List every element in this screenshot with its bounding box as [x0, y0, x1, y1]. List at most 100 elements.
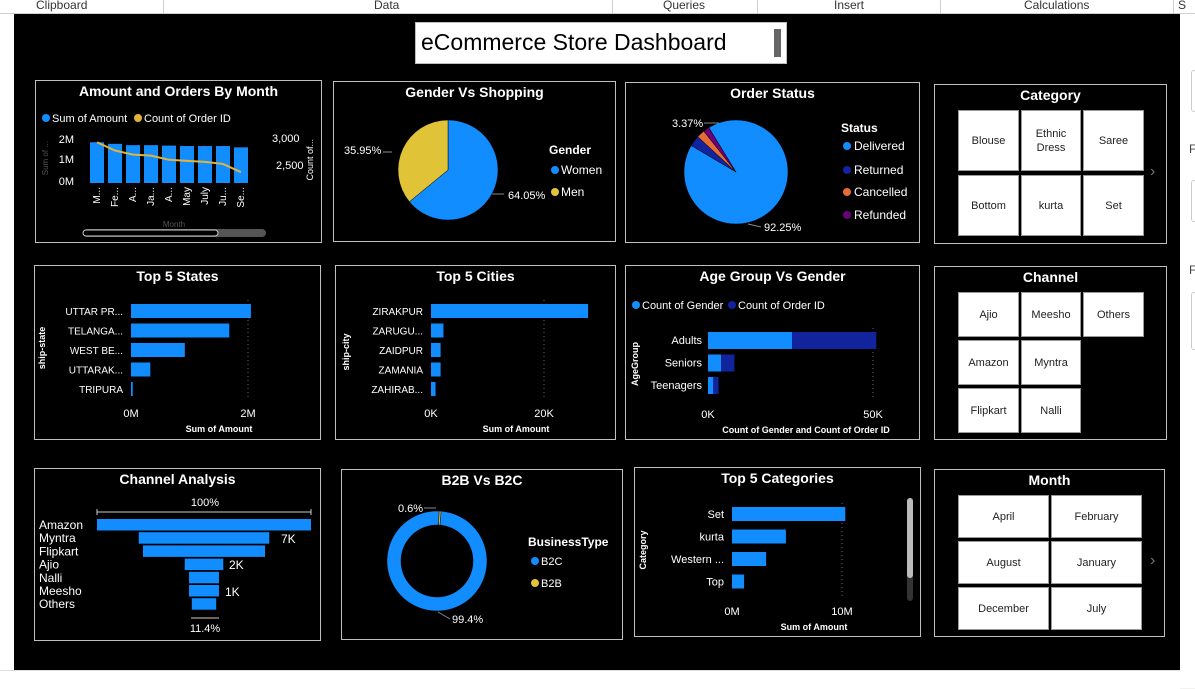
category-option-saree[interactable]: Saree — [1083, 110, 1144, 171]
slice-b2c[interactable] — [386, 510, 488, 612]
bar[interactable] — [131, 382, 133, 396]
right-panel-box[interactable] — [1191, 180, 1195, 222]
month-option-april[interactable]: April — [958, 495, 1049, 538]
bar[interactable] — [131, 343, 185, 357]
bar[interactable] — [131, 323, 230, 338]
bar-segment[interactable] — [721, 354, 735, 372]
right-panel-box[interactable] — [1191, 70, 1195, 112]
right-panel-label: F — [1189, 263, 1195, 277]
leader-line — [747, 223, 762, 228]
category-option-ethnic-dress[interactable]: Ethnic Dress — [1021, 110, 1081, 171]
bar[interactable] — [732, 529, 786, 544]
category-label: Teenagers — [651, 380, 703, 392]
bar[interactable] — [90, 142, 104, 183]
bar-segment[interactable] — [792, 332, 877, 349]
bar[interactable] — [431, 323, 444, 338]
channel-option-ajio[interactable]: Ajio — [958, 292, 1019, 337]
funnel-bar[interactable] — [189, 585, 219, 597]
channel-option-myntra[interactable]: Myntra — [1021, 340, 1081, 385]
chevron-right-icon[interactable]: › — [1150, 163, 1155, 181]
category-option-blouse[interactable]: Blouse — [958, 110, 1019, 171]
bar-segment[interactable] — [708, 377, 714, 394]
funnel-bar[interactable] — [189, 571, 219, 584]
legend-label: Returned — [854, 163, 903, 177]
bar[interactable] — [732, 574, 745, 589]
dashboard-title-box[interactable]: eCommerce Store Dashboard — [415, 22, 787, 64]
funnel-bar[interactable] — [143, 545, 265, 557]
pie-label: 3.37% — [672, 118, 703, 130]
funnel-bar[interactable] — [184, 558, 224, 571]
category-option-set[interactable]: Set — [1083, 175, 1144, 236]
bar[interactable] — [431, 382, 436, 396]
chevron-right-icon[interactable]: › — [1150, 552, 1155, 570]
y-tick: 0M — [59, 176, 74, 188]
ribbon-group-insert[interactable]: Insert — [834, 0, 864, 12]
bar[interactable] — [131, 304, 251, 318]
ribbon-group-calculations[interactable]: Calculations — [1024, 0, 1089, 12]
month-option-august[interactable]: August — [958, 541, 1049, 584]
x-axis-label: Sum of Amount — [781, 622, 848, 632]
y-right-axis-label: Count of... — [305, 139, 315, 181]
bar[interactable] — [732, 552, 767, 566]
funnel-bar[interactable] — [97, 519, 311, 531]
funnel-label: Others — [39, 597, 75, 611]
top-cities-panel[interactable]: Top 5 Cities ship-city ZIRAKPUR ZARUGU...… — [335, 265, 616, 440]
top-states-panel[interactable]: Top 5 States ship-state UTTAR PR... TELAN… — [34, 265, 321, 440]
age-gender-panel[interactable]: Age Group Vs Gender Count of Gender Coun… — [625, 265, 920, 440]
bar[interactable] — [431, 304, 589, 318]
y-axis-label: ship-state — [37, 327, 47, 370]
gender-shopping-panel[interactable]: Gender Vs Shopping 35.95% 64.05% Gender … — [333, 81, 616, 242]
x-tick: July — [200, 187, 211, 205]
funnel-top-label: 100% — [191, 497, 219, 509]
bar-segment[interactable] — [708, 354, 722, 372]
legend-marker — [551, 166, 559, 174]
funnel-value-label: 7K — [281, 532, 296, 546]
category-option-kurta[interactable]: kurta — [1021, 175, 1081, 236]
amount-orders-panel[interactable]: Amount and Orders By Month Sum of Amount… — [35, 80, 322, 243]
bar[interactable] — [198, 146, 212, 183]
bar[interactable] — [162, 145, 176, 183]
ribbon-group-clipboard[interactable]: Clipboard — [36, 0, 87, 12]
bar[interactable] — [131, 362, 151, 377]
month-option-december[interactable]: December — [958, 587, 1049, 630]
channel-analysis-panel[interactable]: Channel Analysis 100% Amazon Myntra Flipka… — [34, 468, 321, 641]
channel-option-others[interactable]: Others — [1083, 292, 1144, 337]
order-status-panel[interactable]: Order Status 3.37% 92.25% Status Deliver… — [625, 82, 920, 243]
bar[interactable] — [126, 145, 140, 183]
ribbon-group-data[interactable]: Data — [374, 0, 399, 12]
bar-segment[interactable] — [713, 377, 719, 394]
age-gender-chart: Count of Gender Count of Order ID AgeGro… — [630, 300, 890, 435]
scrollbar-thumb[interactable] — [82, 229, 219, 237]
right-panel-box[interactable] — [1191, 292, 1195, 350]
top-categories-panel[interactable]: Top 5 Categories Category Set kurta Wester… — [634, 467, 921, 637]
x-axis-label: Sum of Amount — [483, 424, 550, 434]
month-option-january[interactable]: January — [1051, 541, 1142, 584]
channel-option-amazon[interactable]: Amazon — [958, 340, 1019, 385]
bar[interactable] — [144, 145, 158, 183]
ribbon-group-s[interactable]: S — [1178, 0, 1186, 12]
legend-marker — [843, 211, 851, 219]
channel-option-nalli[interactable]: Nalli — [1021, 388, 1081, 433]
category-option-bottom[interactable]: Bottom — [958, 175, 1019, 236]
bar[interactable] — [431, 343, 441, 357]
funnel-bar[interactable] — [138, 532, 270, 544]
channel-option-meesho[interactable]: Meesho — [1021, 292, 1081, 337]
month-option-february[interactable]: February — [1051, 495, 1142, 538]
legend-marker — [843, 188, 851, 196]
ribbon-group-queries[interactable]: Queries — [663, 0, 705, 12]
b2b-b2c-panel[interactable]: B2B Vs B2C 0.6% 99.4% BusinessType B2C B… — [341, 469, 623, 640]
bar-segment[interactable] — [708, 332, 793, 349]
category-label: TELANGA... — [68, 327, 123, 338]
funnel-label: Ajio — [39, 558, 59, 572]
bar[interactable] — [234, 147, 248, 183]
category-label: ZAHIRAB... — [371, 385, 423, 396]
x-tick: A... — [128, 187, 139, 202]
bar[interactable] — [431, 362, 441, 377]
dashboard-title: eCommerce Store Dashboard — [421, 29, 727, 55]
bar[interactable] — [180, 146, 194, 183]
bar[interactable] — [732, 507, 846, 521]
channel-option-flipkart[interactable]: Flipkart — [958, 388, 1019, 433]
scrollbar-thumb[interactable] — [907, 498, 913, 578]
funnel-bar[interactable] — [191, 598, 217, 610]
month-option-july[interactable]: July — [1051, 587, 1142, 630]
